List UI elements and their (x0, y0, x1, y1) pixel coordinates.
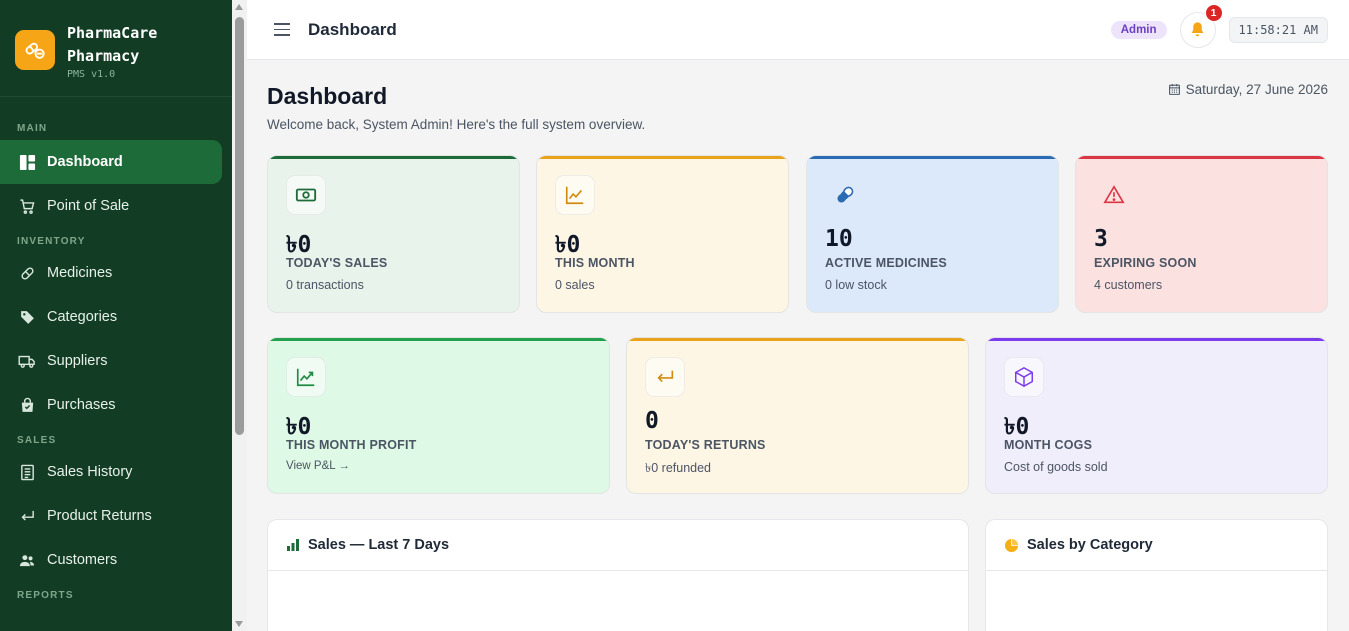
scroll-thumb[interactable] (235, 17, 244, 435)
main-content: Dashboard Welcome back, System Admin! He… (247, 60, 1349, 631)
section-label-main: MAIN (17, 123, 48, 134)
return-icon (18, 507, 36, 525)
panel-header: Sales by Category (986, 520, 1327, 571)
chart-line-icon (555, 175, 595, 215)
stat-label: TODAY'S RETURNS (645, 438, 766, 452)
bag-icon (18, 396, 36, 414)
stat-note: 4 customers (1094, 278, 1163, 292)
stat-card-month-cogs[interactable]: ৳0 MONTH COGS Cost of goods sold (985, 337, 1328, 494)
stat-value: 10 (825, 226, 853, 252)
role-badge: Admin (1110, 20, 1167, 39)
users-icon (18, 551, 36, 569)
notification-count-badge: 1 (1204, 3, 1223, 22)
sidebar-item-label: Suppliers (47, 353, 108, 369)
brand-name-line2: Pharmacy (67, 47, 140, 65)
menu-toggle-icon[interactable] (274, 23, 290, 36)
sidebar-item-suppliers[interactable]: Suppliers (0, 339, 222, 383)
stat-label: THIS MONTH (555, 256, 635, 270)
sidebar-item-label: Purchases (47, 397, 116, 413)
stat-note: 0 transactions (286, 278, 364, 292)
cash-icon (286, 175, 326, 215)
page-title: Dashboard (267, 83, 388, 109)
sidebar-item-product-returns[interactable]: Product Returns (0, 494, 222, 538)
truck-icon (18, 352, 36, 370)
tag-icon (18, 308, 36, 326)
section-label-sales: SALES (17, 435, 57, 446)
page-date: Saturday, 27 June 2026 (1168, 82, 1328, 97)
sidebar-item-purchases[interactable]: Purchases (0, 383, 222, 427)
stat-value: 3 (1094, 226, 1108, 252)
clock-display: 11:58:21 AM (1228, 16, 1328, 43)
sidebar-scrollbar[interactable] (232, 0, 247, 631)
stat-card-this-month[interactable]: ৳0 THIS MONTH 0 sales (536, 155, 789, 313)
panel-header: Sales — Last 7 Days (268, 520, 968, 571)
trend-up-icon (286, 357, 326, 397)
stat-label: MONTH COGS (1004, 438, 1093, 452)
panel-title: Sales — Last 7 Days (308, 537, 450, 553)
brand-name-line1: PharmaCare (67, 24, 158, 42)
section-label-reports: REPORTS (17, 590, 74, 601)
brand: PharmaCare Pharmacy PMS v1.0 (0, 0, 232, 97)
sidebar-item-label: Medicines (47, 265, 113, 281)
receipt-icon (18, 463, 36, 481)
sidebar-item-sales-history[interactable]: Sales History (0, 450, 222, 494)
topbar-title: Dashboard (308, 19, 397, 39)
warning-icon (1094, 175, 1134, 215)
stat-card-todays-sales[interactable]: ৳0 TODAY'S SALES 0 transactions (267, 155, 520, 313)
bar-chart-icon (287, 539, 299, 551)
sidebar-item-point-of-sale[interactable]: Point of Sale (0, 184, 222, 228)
sales-by-category-panel: Sales by Category (985, 519, 1328, 631)
sidebar-item-label: Product Returns (47, 508, 152, 524)
brand-version: PMS v1.0 (67, 69, 116, 80)
stat-card-todays-returns[interactable]: 0 TODAY'S RETURNS ৳0 refunded (626, 337, 969, 494)
notification-button[interactable]: 1 (1179, 3, 1223, 48)
stat-value: 0 (645, 408, 659, 434)
scroll-up-arrow-icon[interactable] (235, 4, 243, 10)
sidebar-item-label: Point of Sale (47, 198, 130, 214)
cart-icon (18, 197, 36, 215)
pie-chart-icon (1004, 538, 1019, 552)
sidebar-item-customers[interactable]: Customers (0, 538, 222, 582)
stat-note: 0 low stock (825, 278, 887, 292)
stat-label: TODAY'S SALES (286, 256, 388, 270)
return-icon (645, 357, 685, 397)
stat-card-month-profit[interactable]: ৳0 THIS MONTH PROFIT View P&L → (267, 337, 610, 494)
stat-label: EXPIRING SOON (1094, 256, 1197, 270)
sidebar-item-medicines[interactable]: Medicines (0, 251, 222, 295)
sales-last-7-days-panel: Sales — Last 7 Days (267, 519, 969, 631)
box-icon (1004, 357, 1044, 397)
bell-icon (1191, 22, 1204, 37)
scroll-down-arrow-icon[interactable] (235, 621, 243, 627)
calendar-icon (1168, 84, 1180, 95)
sidebar-item-label: Categories (47, 309, 118, 325)
stat-note: 0 sales (555, 278, 595, 292)
sidebar-item-label: Sales History (47, 464, 133, 480)
view-pl-link[interactable]: View P&L → (286, 460, 350, 472)
pharmacy-logo-icon (15, 30, 55, 70)
sidebar-item-dashboard[interactable]: Dashboard (0, 140, 222, 184)
panel-title: Sales by Category (1027, 537, 1153, 553)
sidebar-item-categories[interactable]: Categories (0, 295, 222, 339)
stat-note: Cost of goods sold (1004, 460, 1108, 474)
sidebar: PharmaCare Pharmacy PMS v1.0 MAIN Dashbo… (0, 0, 232, 631)
stat-card-expiring-soon[interactable]: 3 EXPIRING SOON 4 customers (1075, 155, 1328, 313)
stat-card-active-medicines[interactable]: 10 ACTIVE MEDICINES 0 low stock (806, 155, 1059, 313)
stat-label: THIS MONTH PROFIT (286, 438, 417, 452)
pill-icon (18, 264, 36, 282)
sidebar-item-label: Dashboard (47, 154, 123, 170)
dashboard-icon (18, 153, 36, 171)
stat-note: ৳0 refunded (645, 461, 711, 475)
page-date-text: Saturday, 27 June 2026 (1185, 82, 1328, 97)
section-label-inventory: INVENTORY (17, 236, 86, 247)
stat-label: ACTIVE MEDICINES (825, 256, 947, 270)
topbar: Dashboard Admin 1 11:58:21 AM (247, 0, 1349, 60)
page-subtitle: Welcome back, System Admin! Here's the f… (267, 117, 646, 132)
pill-icon (825, 175, 865, 215)
sidebar-item-label: Customers (47, 552, 118, 568)
